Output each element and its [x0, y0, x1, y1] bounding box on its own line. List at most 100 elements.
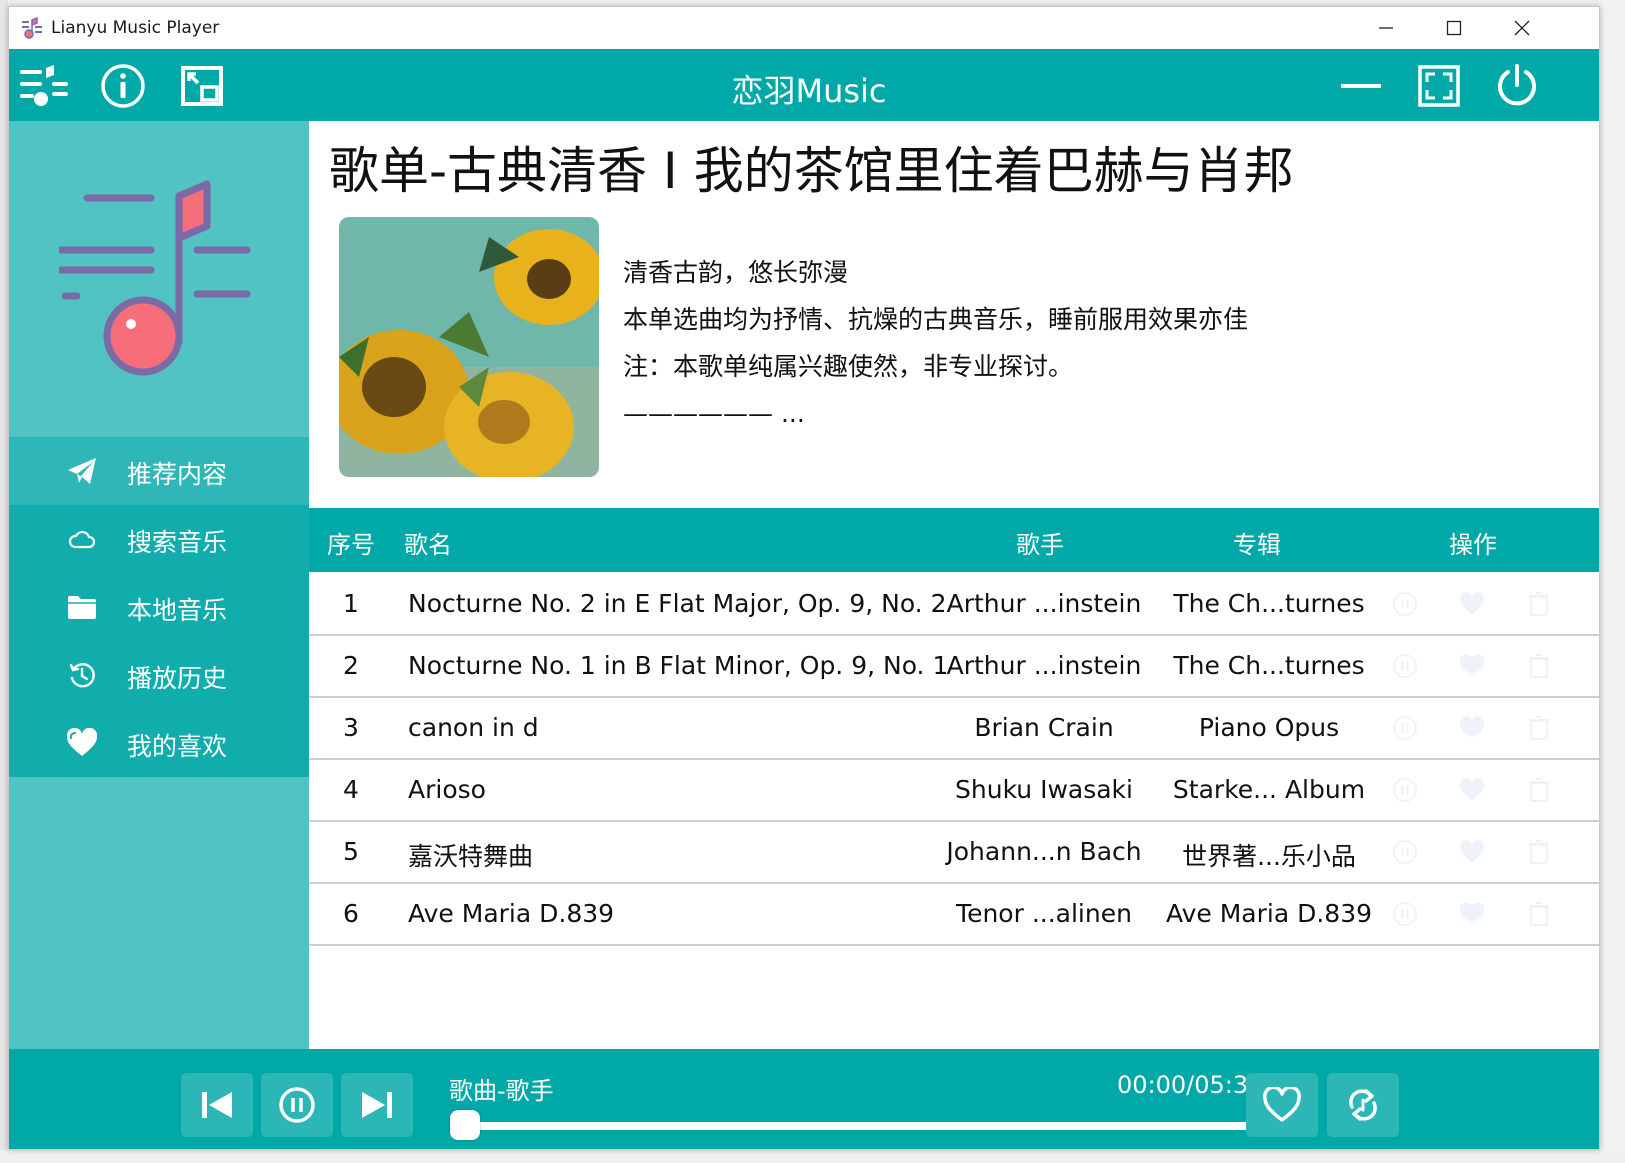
table-header: 序号 歌名 歌手 专辑 操作 [309, 508, 1599, 572]
row-album: The Ch...turnes [1173, 651, 1365, 680]
repeat-mode-button[interactable] [1327, 1073, 1399, 1137]
row-delete-button[interactable] [1524, 775, 1554, 805]
skip-next-icon [362, 1092, 392, 1118]
row-delete-button[interactable] [1524, 837, 1554, 867]
trash-icon [1529, 840, 1549, 864]
table-row[interactable]: 3 canon in d Brian Crain Piano Opus [309, 696, 1599, 760]
title-bar[interactable]: Lianyu Music Player [9, 7, 1599, 49]
pause-circle-icon [279, 1087, 315, 1123]
row-song-name: Ave Maria D.839 [408, 899, 615, 928]
playlist-button[interactable] [19, 61, 69, 111]
row-like-button[interactable] [1457, 837, 1487, 867]
pause-circle-icon [1393, 902, 1417, 926]
heart-icon [1459, 902, 1485, 924]
progress-bar[interactable] [464, 1122, 1264, 1130]
table-row[interactable]: 4 Arioso Shuku Iwasaki Starke... Album [309, 758, 1599, 822]
sidebar-item-label: 我的喜欢 [127, 732, 228, 761]
app-minimize-button[interactable] [1336, 61, 1386, 111]
row-play-button[interactable] [1390, 899, 1420, 929]
window-title: Lianyu Music Player [51, 18, 220, 38]
app-logo-icon [22, 17, 42, 39]
row-like-button[interactable] [1457, 589, 1487, 619]
row-play-button[interactable] [1390, 775, 1420, 805]
music-note-logo [59, 180, 251, 376]
next-button[interactable] [341, 1073, 413, 1137]
power-icon [1498, 64, 1536, 106]
row-play-button[interactable] [1390, 713, 1420, 743]
playlist-cover-image[interactable] [339, 217, 599, 477]
row-index: 2 [343, 651, 359, 680]
playback-time: 00:00/05:30 [1117, 1071, 1264, 1099]
row-like-button[interactable] [1457, 651, 1487, 681]
playlist-description: 清香古韵，悠长弥漫 本单选曲均为抒情、抗燥的古典音乐，睡前服用效果亦佳 注：本歌… [623, 249, 1248, 437]
history-icon [69, 663, 95, 688]
sidebar-item-search[interactable]: 搜索音乐 [9, 505, 309, 573]
play-pause-button[interactable] [261, 1073, 333, 1137]
minimize-icon [1341, 84, 1381, 88]
pause-circle-icon [1393, 654, 1417, 678]
heart-icon [66, 728, 98, 756]
sidebar-item-label: 推荐内容 [127, 460, 228, 489]
window-maximize-button[interactable] [1419, 7, 1489, 49]
like-current-button[interactable] [1246, 1073, 1318, 1137]
description-line: 清香古韵，悠长弥漫 [623, 258, 849, 287]
window-close-button[interactable] [1487, 7, 1557, 49]
previous-button[interactable] [181, 1073, 253, 1137]
row-play-button[interactable] [1390, 589, 1420, 619]
brand-title: 恋羽Music [731, 72, 887, 110]
row-index: 4 [343, 775, 359, 804]
row-delete-button[interactable] [1524, 651, 1554, 681]
sidebar-item-label: 搜索音乐 [127, 528, 228, 557]
fullscreen-icon [1418, 65, 1460, 107]
row-index: 6 [343, 899, 359, 928]
row-play-button[interactable] [1390, 837, 1420, 867]
row-delete-button[interactable] [1524, 713, 1554, 743]
header-name: 歌名 [404, 531, 452, 559]
row-artist: Arthur ...instein [946, 589, 1142, 618]
close-icon [1514, 20, 1530, 36]
heart-icon [1459, 654, 1485, 676]
maximize-icon [1446, 20, 1462, 36]
player-bar: 歌曲-歌手 00:00/05:30 [9, 1049, 1599, 1149]
row-artist: Johann...n Bach [946, 837, 1142, 866]
table-row[interactable]: 1 Nocturne No. 2 in E Flat Major, Op. 9,… [309, 572, 1599, 636]
row-like-button[interactable] [1457, 775, 1487, 805]
row-song-name: Nocturne No. 1 in B Flat Minor, Op. 9, N… [408, 651, 949, 680]
trash-icon [1529, 592, 1549, 616]
table-row[interactable]: 5 嘉沃特舞曲 Johann...n Bach 世界著...乐小品 [309, 820, 1599, 884]
fullscreen-button[interactable] [1414, 61, 1464, 111]
power-button[interactable] [1492, 61, 1542, 111]
info-icon [101, 64, 145, 108]
sidebar: 推荐内容 搜索音乐 本地音乐 播放历史 我的喜欢 [9, 121, 309, 1049]
window-minimize-button[interactable] [1351, 7, 1421, 49]
playlist-music-icon [20, 65, 68, 106]
heart-icon [1459, 592, 1485, 614]
progress-handle[interactable] [450, 1110, 480, 1140]
trash-icon [1529, 902, 1549, 926]
row-delete-button[interactable] [1524, 589, 1554, 619]
info-button[interactable] [98, 61, 148, 111]
sidebar-item-history[interactable]: 播放历史 [9, 641, 309, 709]
sidebar-item-recommend[interactable]: 推荐内容 [9, 437, 309, 505]
picture-in-picture-icon [181, 66, 223, 106]
repeat-icon [1349, 1089, 1377, 1121]
row-artist: Brian Crain [974, 713, 1114, 742]
row-artist: Arthur ...instein [946, 651, 1142, 680]
row-like-button[interactable] [1457, 899, 1487, 929]
table-row[interactable]: 6 Ave Maria D.839 Tenor ...alinen Ave Ma… [309, 882, 1599, 946]
sidebar-item-local[interactable]: 本地音乐 [9, 573, 309, 641]
pause-circle-icon [1393, 840, 1417, 864]
row-play-button[interactable] [1390, 651, 1420, 681]
row-like-button[interactable] [1457, 713, 1487, 743]
row-delete-button[interactable] [1524, 899, 1554, 929]
cloud-icon [68, 530, 96, 549]
row-index: 1 [343, 589, 359, 618]
sidebar-item-label: 播放历史 [127, 664, 228, 693]
row-album: Piano Opus [1198, 713, 1340, 742]
sidebar-item-favorites[interactable]: 我的喜欢 [9, 709, 309, 777]
skip-previous-icon [202, 1092, 232, 1118]
row-album: Ave Maria D.839 [1165, 899, 1373, 928]
mini-mode-button[interactable] [177, 61, 227, 111]
table-row[interactable]: 2 Nocturne No. 1 in B Flat Minor, Op. 9,… [309, 634, 1599, 698]
row-album: Starke... Album [1172, 775, 1366, 804]
